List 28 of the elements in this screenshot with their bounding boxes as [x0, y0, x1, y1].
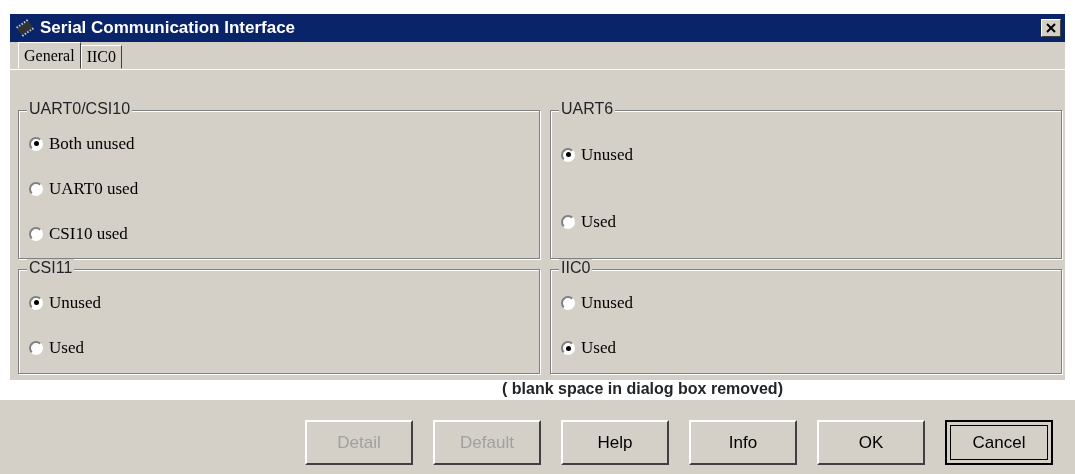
- dialog-button[interactable]: Info: [689, 420, 797, 465]
- radio-button[interactable]: [29, 226, 43, 241]
- radio-label[interactable]: Unused: [581, 292, 633, 313]
- radio-label[interactable]: Both unused: [49, 133, 135, 154]
- radio-label[interactable]: CSI10 used: [49, 223, 128, 244]
- radio-button[interactable]: [561, 295, 575, 310]
- tab[interactable]: IIC0: [80, 45, 122, 69]
- radio-button[interactable]: [561, 215, 575, 230]
- radio-button[interactable]: [29, 181, 43, 196]
- note-text: ( blank space in dialog box removed): [501, 380, 784, 399]
- tab[interactable]: General: [18, 42, 81, 69]
- dialog-button[interactable]: OK: [817, 420, 925, 465]
- radio-button[interactable]: [29, 295, 43, 310]
- radio-label[interactable]: Used: [49, 338, 84, 359]
- radio-label[interactable]: Used: [581, 212, 616, 233]
- radio-label[interactable]: UART0 used: [49, 178, 139, 199]
- radio-button[interactable]: [29, 136, 43, 151]
- radio-button[interactable]: [561, 147, 575, 162]
- close-icon: [1046, 23, 1056, 33]
- radio-label[interactable]: Used: [581, 338, 616, 359]
- close-button[interactable]: [1041, 19, 1061, 37]
- dialog-button[interactable]: Cancel: [945, 420, 1053, 465]
- radio-label[interactable]: Unused: [581, 144, 633, 165]
- radio-button[interactable]: [29, 341, 43, 356]
- window-title: Serial Communication Interface: [40, 18, 296, 38]
- radio-label[interactable]: Unused: [49, 292, 101, 313]
- radio-button[interactable]: [561, 341, 575, 356]
- dialog-button[interactable]: Help: [561, 420, 669, 465]
